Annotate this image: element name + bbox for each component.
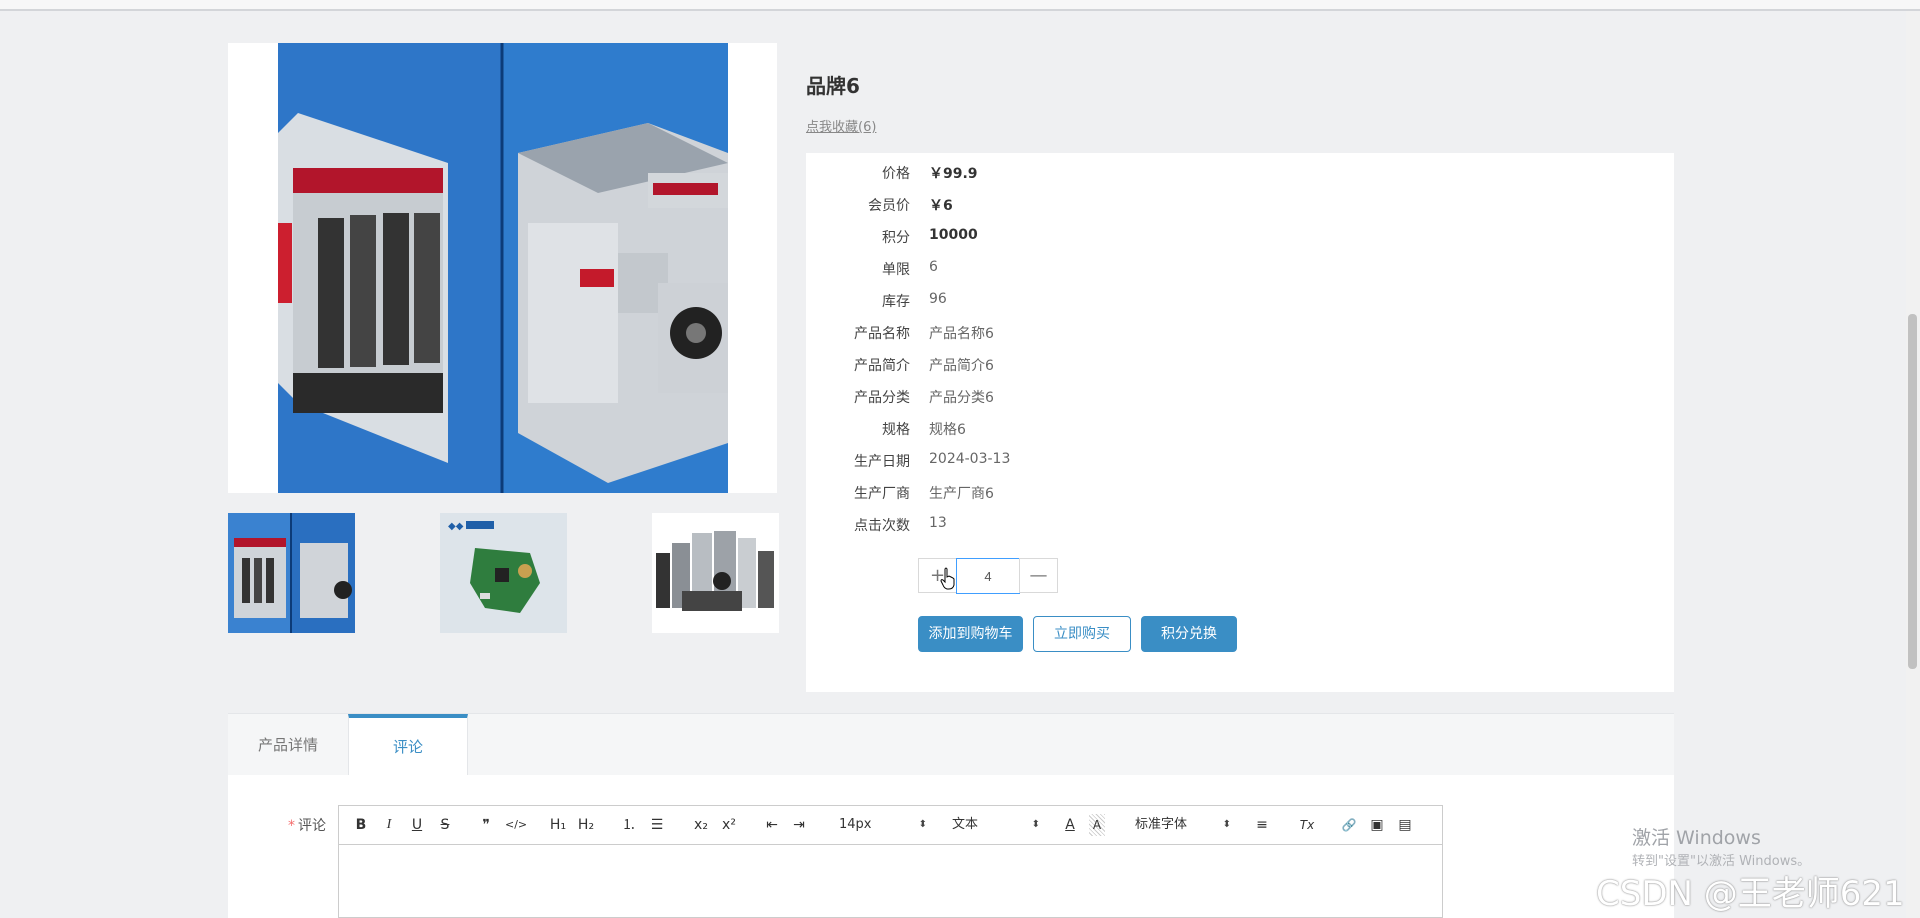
detail-value-limit: 6 [929,259,938,275]
quantity-decrease-button[interactable]: — [1019,558,1058,593]
detail-label-member-price: 会员价 [868,198,910,214]
detail-value-points: 10000 [929,227,978,243]
points-redeem-button[interactable]: 积分兑换 [1141,616,1237,652]
quantity-input[interactable] [956,558,1020,594]
editor-toolbar: B I U S ❞ </> H₁ H₂ ⒈ ☰ x₂ x² ⇤ ⇥ 14px ⬍ … [339,806,1442,845]
font-size-select[interactable]: 14px ⬍ [839,814,927,836]
svg-text:◆◆: ◆◆ [448,521,464,532]
code-block-button[interactable]: </> [505,814,527,836]
link-icon[interactable]: 🔗 [1340,814,1358,836]
video-icon[interactable]: ▤ [1396,814,1414,836]
font-family-select[interactable]: 标准字体 ⬍ [1135,814,1231,836]
blockquote-button[interactable]: ❞ [477,814,495,836]
page-scrollbar-thumb[interactable] [1908,314,1917,669]
favorite-link[interactable]: 点我收藏(6) [806,116,876,135]
detail-value-member-price: ￥6 [929,198,953,214]
italic-button[interactable]: I [381,814,397,836]
strike-button[interactable]: S [437,814,453,836]
text-style-select[interactable]: 文本 ⬍ [952,814,1040,836]
tab-bar: 产品详情 评论 [228,713,1674,776]
add-to-cart-button[interactable]: 添加到购物车 [918,616,1023,652]
hand-cursor-icon [940,567,955,590]
detail-label-points: 积分 [882,230,910,246]
clear-format-button[interactable]: Tx [1297,814,1317,836]
detail-label-category: 产品分类 [854,390,910,406]
chevron-updown-icon: ⬍ [1222,819,1231,830]
product-thumbnail-3[interactable] [652,513,779,633]
detail-value-name: 产品名称6 [929,326,994,342]
detail-value-intro: 产品简介6 [929,358,994,374]
ordered-list-button[interactable]: ⒈ [620,814,638,836]
subscript-button[interactable]: x₂ [692,814,710,836]
underline-button[interactable]: U [409,814,425,836]
detail-label-stock: 库存 [882,294,910,310]
superscript-button[interactable]: x² [720,814,738,836]
detail-value-clicks: 13 [929,515,947,531]
required-mark: * [288,818,295,834]
comment-label: * 评论 [288,815,326,835]
heading-1-button[interactable]: H₁ [548,814,568,836]
product-main-image[interactable] [228,43,777,493]
heading-2-button[interactable]: H₂ [576,814,596,836]
detail-value-category: 产品分类6 [929,390,994,406]
product-title: 品牌6 [806,74,860,98]
detail-label-clicks: 点击次数 [854,518,910,534]
detail-label-limit: 单限 [882,262,910,278]
product-info-panel: 价格 ￥99.9 会员价 ￥6 积分 10000 单限 6 库存 96 产品名称… [806,153,1674,692]
image-icon[interactable]: ▣ [1368,814,1386,836]
csdn-watermark: CSDN @王老师621 [1596,874,1905,914]
font-family-value: 标准字体 [1135,817,1188,832]
detail-label-manufacturer: 生产厂商 [854,486,910,502]
indent-button[interactable]: ⇥ [790,814,808,836]
detail-label-intro: 产品简介 [854,358,910,374]
detail-label-production-date: 生产日期 [854,454,910,470]
text-style-value: 文本 [952,817,979,832]
detail-value-price: ￥99.9 [929,166,978,182]
bullet-list-button[interactable]: ☰ [648,814,666,836]
detail-value-production-date: 2024-03-13 [929,451,1011,467]
detail-value-manufacturer: 生产厂商6 [929,486,994,502]
product-thumbnail-2[interactable]: ◆◆ [440,513,567,633]
buy-now-button[interactable]: 立即购买 [1033,616,1131,652]
detail-label-spec: 规格 [882,422,910,438]
background-color-button[interactable]: A [1089,814,1105,836]
top-header-edge [0,0,1920,11]
comment-rich-text-editor[interactable]: B I U S ❞ </> H₁ H₂ ⒈ ☰ x₂ x² ⇤ ⇥ 14px ⬍ … [338,805,1443,918]
outdent-button[interactable]: ⇤ [763,814,781,836]
chevron-updown-icon: ⬍ [1031,819,1040,830]
font-size-value: 14px [839,817,872,832]
product-thumbnail-1[interactable] [228,513,355,633]
font-color-button[interactable]: A [1062,814,1078,836]
comment-label-text: 评论 [298,818,326,834]
detail-value-spec: 规格6 [929,422,966,438]
bold-button[interactable]: B [353,814,369,836]
chevron-updown-icon: ⬍ [918,819,927,830]
tab-comments[interactable]: 评论 [348,714,468,776]
windows-activation-title: 激活 Windows [1632,827,1761,849]
tab-product-details[interactable]: 产品详情 [228,714,348,776]
detail-value-stock: 96 [929,291,947,307]
detail-label-name: 产品名称 [854,326,910,342]
detail-label-price: 价格 [882,166,910,182]
align-button[interactable]: ≡ [1253,814,1271,836]
